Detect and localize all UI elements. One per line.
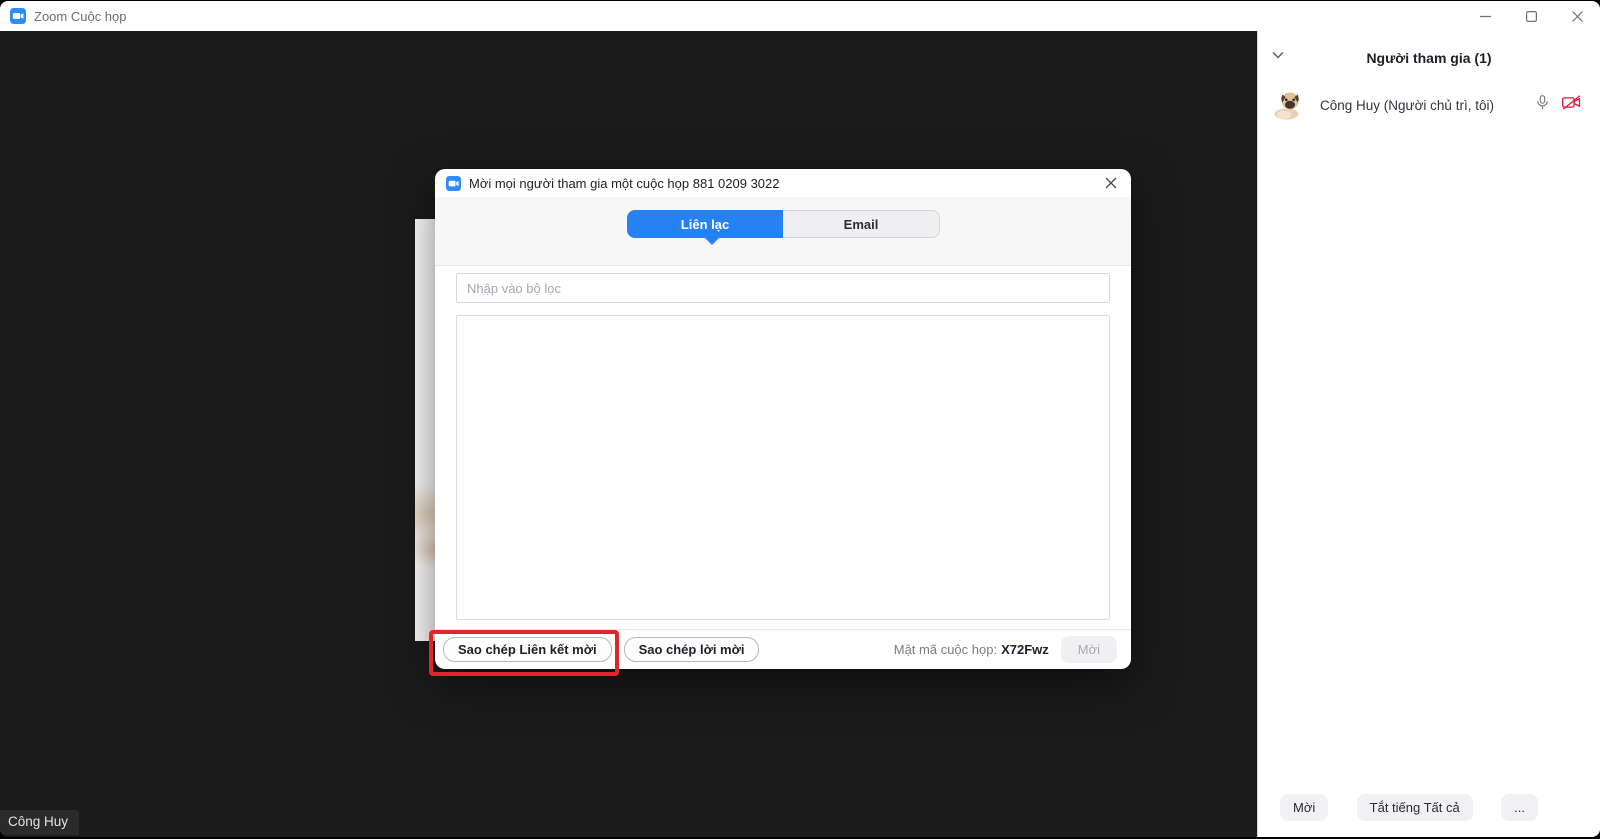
participant-row[interactable]: Công Huy (Người chủ trì, tôi) [1258,83,1600,127]
tab-contacts[interactable]: Liên lạc [627,210,783,238]
chevron-down-icon[interactable] [1272,51,1284,59]
maximize-button[interactable] [1508,1,1554,31]
minimize-button[interactable] [1462,1,1508,31]
participants-title: Người tham gia (1) [1258,31,1600,85]
participants-footer: Mời Tắt tiếng Tất cả ... [1258,794,1600,821]
participant-status-icons [1535,94,1582,116]
more-button[interactable]: ... [1501,794,1538,821]
invite-dialog-tabstrip: Liên lạc Email [435,197,1131,266]
dialog-invite-button[interactable]: Mời [1061,636,1117,663]
invite-dialog-title: Mời mọi người tham gia một cuộc họp 881 … [469,176,779,191]
copy-invitation-button[interactable]: Sao chép lời mời [624,637,760,662]
dialog-close-icon[interactable] [1105,177,1117,189]
invite-dialog-body [435,266,1131,620]
zoom-logo-icon [446,176,461,191]
title-bar: Zoom Cuộc họp [0,1,1600,31]
zoom-app-window: Zoom Cuộc họp Công Huy Người tham gia (1… [0,1,1600,837]
filter-input[interactable] [456,273,1110,303]
camera-off-icon [1561,94,1582,116]
invite-button[interactable]: Mời [1280,794,1328,821]
invite-dialog-titlebar: Mời mọi người tham gia một cuộc họp 881 … [435,169,1131,197]
meeting-passcode: Mật mã cuộc họp:X72Fwz [894,642,1049,657]
copy-invite-link-button[interactable]: Sao chép Liên kết mời [443,637,612,662]
video-name-tag: Công Huy [0,810,79,835]
participant-name: Công Huy (Người chủ trì, tôi) [1320,98,1494,113]
zoom-logo-icon [10,8,26,24]
mute-all-button[interactable]: Tắt tiếng Tất cả [1357,794,1473,821]
participant-avatar [1271,88,1305,122]
tab-email[interactable]: Email [783,210,940,238]
invite-dialog-footer: Sao chép Liên kết mời Sao chép lời mời M… [435,629,1131,669]
active-tab-pointer [705,238,719,245]
participants-header: Người tham gia (1) [1258,31,1600,83]
tab-group: Liên lạc Email [627,210,940,238]
invite-dialog: Mời mọi người tham gia một cuộc họp 881 … [435,169,1131,669]
microphone-icon [1535,94,1550,116]
window-controls [1462,1,1600,31]
participants-panel: Người tham gia (1) Công Huy (Người chủ t… [1257,31,1600,837]
contact-list[interactable] [456,315,1110,620]
window-title: Zoom Cuộc họp [34,9,127,24]
close-button[interactable] [1554,1,1600,31]
